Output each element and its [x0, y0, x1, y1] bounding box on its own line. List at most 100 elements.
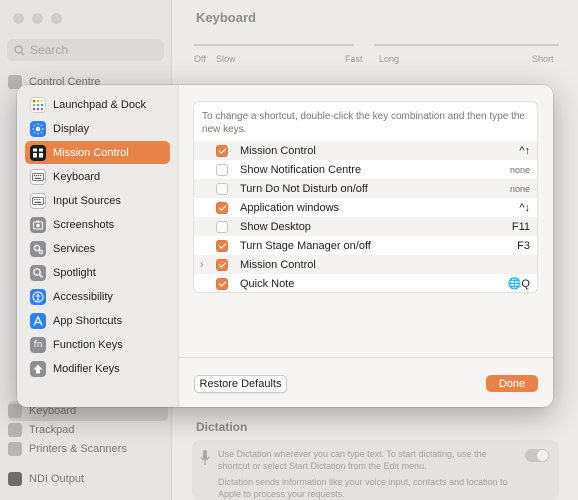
shortcut-checkbox[interactable]	[216, 239, 228, 252]
key-repeat-slider[interactable]	[194, 44, 354, 46]
slider-label-off: Off	[194, 54, 206, 64]
category-label: Input Sources	[53, 194, 121, 207]
sidebar-item-label: NDI Output	[29, 473, 85, 485]
ndi-icon	[8, 472, 22, 486]
screenshots-icon	[30, 216, 46, 233]
shortcut-table: To change a shortcut, double-click the k…	[193, 101, 538, 293]
accessibility-icon	[30, 288, 46, 305]
shortcut-detail-pane: To change a shortcut, double-click the k…	[179, 85, 553, 407]
category-function-keys[interactable]: fn Function Keys	[25, 333, 170, 356]
slider-label-short: Short	[532, 54, 554, 64]
shortcut-checkbox[interactable]	[216, 144, 228, 157]
microphone-icon	[200, 450, 210, 465]
services-icon	[30, 240, 46, 257]
shortcut-key[interactable]: F3	[517, 240, 530, 252]
category-keyboard[interactable]: Keyboard	[25, 165, 170, 188]
shortcut-key[interactable]: ^↑	[519, 145, 530, 157]
shortcut-checkbox[interactable]	[216, 182, 228, 195]
footer-divider	[179, 357, 553, 358]
shortcut-name: Mission Control	[240, 144, 316, 157]
shortcut-name: Show Desktop	[240, 220, 311, 233]
shortcut-checkbox[interactable]	[216, 220, 228, 233]
page-title: Keyboard	[196, 10, 256, 25]
shortcut-name: Turn Do Not Disturb on/off	[240, 182, 368, 195]
category-label: Spotlight	[53, 266, 96, 279]
shortcut-name: Show Notification Centre	[240, 163, 362, 176]
shortcut-key[interactable]: none	[510, 184, 530, 194]
shortcut-row[interactable]: Show Notification Centre none	[194, 160, 537, 179]
category-app-shortcuts[interactable]: App Shortcuts	[25, 309, 170, 332]
minimize-window-button[interactable]	[32, 13, 43, 24]
shortcut-checkbox[interactable]	[216, 163, 228, 176]
sidebar-item-ndi-output[interactable]: NDI Output	[8, 469, 168, 489]
shortcut-hint: To change a shortcut, double-click the k…	[202, 111, 525, 135]
category-label: Accessibility	[53, 290, 113, 303]
restore-defaults-button[interactable]: Restore Defaults	[194, 375, 287, 393]
category-launchpad-dock[interactable]: Launchpad & Dock	[25, 93, 170, 116]
sidebar-item-label: Printers & Scanners	[29, 443, 127, 455]
keyboard-icon	[30, 168, 46, 185]
shortcut-row[interactable]: Turn Stage Manager on/off F3	[194, 236, 537, 255]
category-screenshots[interactable]: Screenshots	[25, 213, 170, 236]
dictation-title: Dictation	[196, 420, 248, 434]
shortcut-row[interactable]: Mission Control ^↑	[194, 141, 537, 160]
done-button[interactable]: Done	[486, 375, 538, 392]
shortcut-key[interactable]: none	[510, 165, 530, 175]
key-repeat-sliders: Off Slow Fast Long Short	[194, 40, 559, 68]
category-label: Function Keys	[53, 338, 123, 351]
shortcut-row[interactable]: Turn Do Not Disturb on/off none	[194, 179, 537, 198]
modifier-keys-icon	[30, 360, 46, 377]
shortcut-checkbox[interactable]	[216, 201, 228, 214]
category-mission-control[interactable]: Mission Control	[25, 141, 170, 164]
display-icon	[30, 120, 46, 137]
sidebar-item-printers[interactable]: Printers & Scanners	[8, 439, 168, 459]
shortcut-row[interactable]: Quick Note 🌐Q	[194, 274, 537, 292]
printer-icon	[8, 442, 22, 456]
category-label: Display	[53, 122, 90, 135]
zoom-window-button[interactable]	[51, 13, 62, 24]
shortcut-key[interactable]: ^↓	[519, 202, 530, 214]
category-input-sources[interactable]: Input Sources	[25, 189, 170, 212]
category-label: Services	[53, 242, 96, 255]
launchpad-icon	[30, 96, 46, 113]
shortcut-name: Application windows	[240, 201, 340, 214]
shortcut-key[interactable]: F11	[512, 221, 530, 233]
category-spotlight[interactable]: Spotlight	[25, 261, 170, 284]
shortcut-group-row[interactable]: › Mission Control	[194, 255, 537, 274]
category-label: Mission Control	[53, 146, 129, 159]
close-window-button[interactable]	[13, 13, 24, 24]
category-label: Launchpad & Dock	[53, 98, 146, 111]
shortcut-row[interactable]: Application windows ^↓	[194, 198, 537, 217]
shortcut-name: Quick Note	[240, 277, 295, 290]
trackpad-icon	[8, 423, 22, 437]
shortcut-key[interactable]: 🌐Q	[508, 277, 530, 290]
app-shortcuts-icon	[30, 312, 46, 329]
shortcut-checkbox[interactable]	[216, 258, 228, 271]
input-sources-icon	[30, 192, 46, 209]
spotlight-icon	[30, 264, 46, 281]
slider-label-slow: Slow	[216, 54, 236, 64]
delay-until-repeat-slider[interactable]	[374, 44, 559, 46]
settings-search-field[interactable]: Search	[7, 39, 164, 61]
chevron-right-icon[interactable]: ›	[200, 259, 203, 270]
slider-label-fast: Fast	[345, 54, 363, 64]
search-placeholder: Search	[30, 43, 69, 57]
window-controls	[13, 13, 62, 24]
shortcut-checkbox[interactable]	[216, 277, 228, 290]
search-icon	[14, 44, 25, 56]
shortcut-row[interactable]: Show Desktop F11	[194, 217, 537, 236]
category-accessibility[interactable]: Accessibility	[25, 285, 170, 308]
category-label: Modifier Keys	[53, 362, 120, 375]
function-keys-icon: fn	[30, 336, 46, 353]
category-modifier-keys[interactable]: Modifier Keys	[25, 357, 170, 380]
category-services[interactable]: Services	[25, 237, 170, 260]
dictation-toggle[interactable]	[525, 449, 549, 462]
category-label: App Shortcuts	[53, 314, 123, 327]
keyboard-shortcuts-sheet: Launchpad & Dock Display Mission Control…	[17, 85, 553, 407]
shortcut-name: Turn Stage Manager on/off	[240, 239, 371, 252]
category-display[interactable]: Display	[25, 117, 170, 140]
sidebar-item-trackpad[interactable]: Trackpad	[8, 420, 168, 440]
mission-control-icon	[30, 144, 46, 161]
shortcut-name: Mission Control	[240, 258, 316, 271]
dictation-description: Use Dictation wherever you can type text…	[218, 449, 487, 471]
